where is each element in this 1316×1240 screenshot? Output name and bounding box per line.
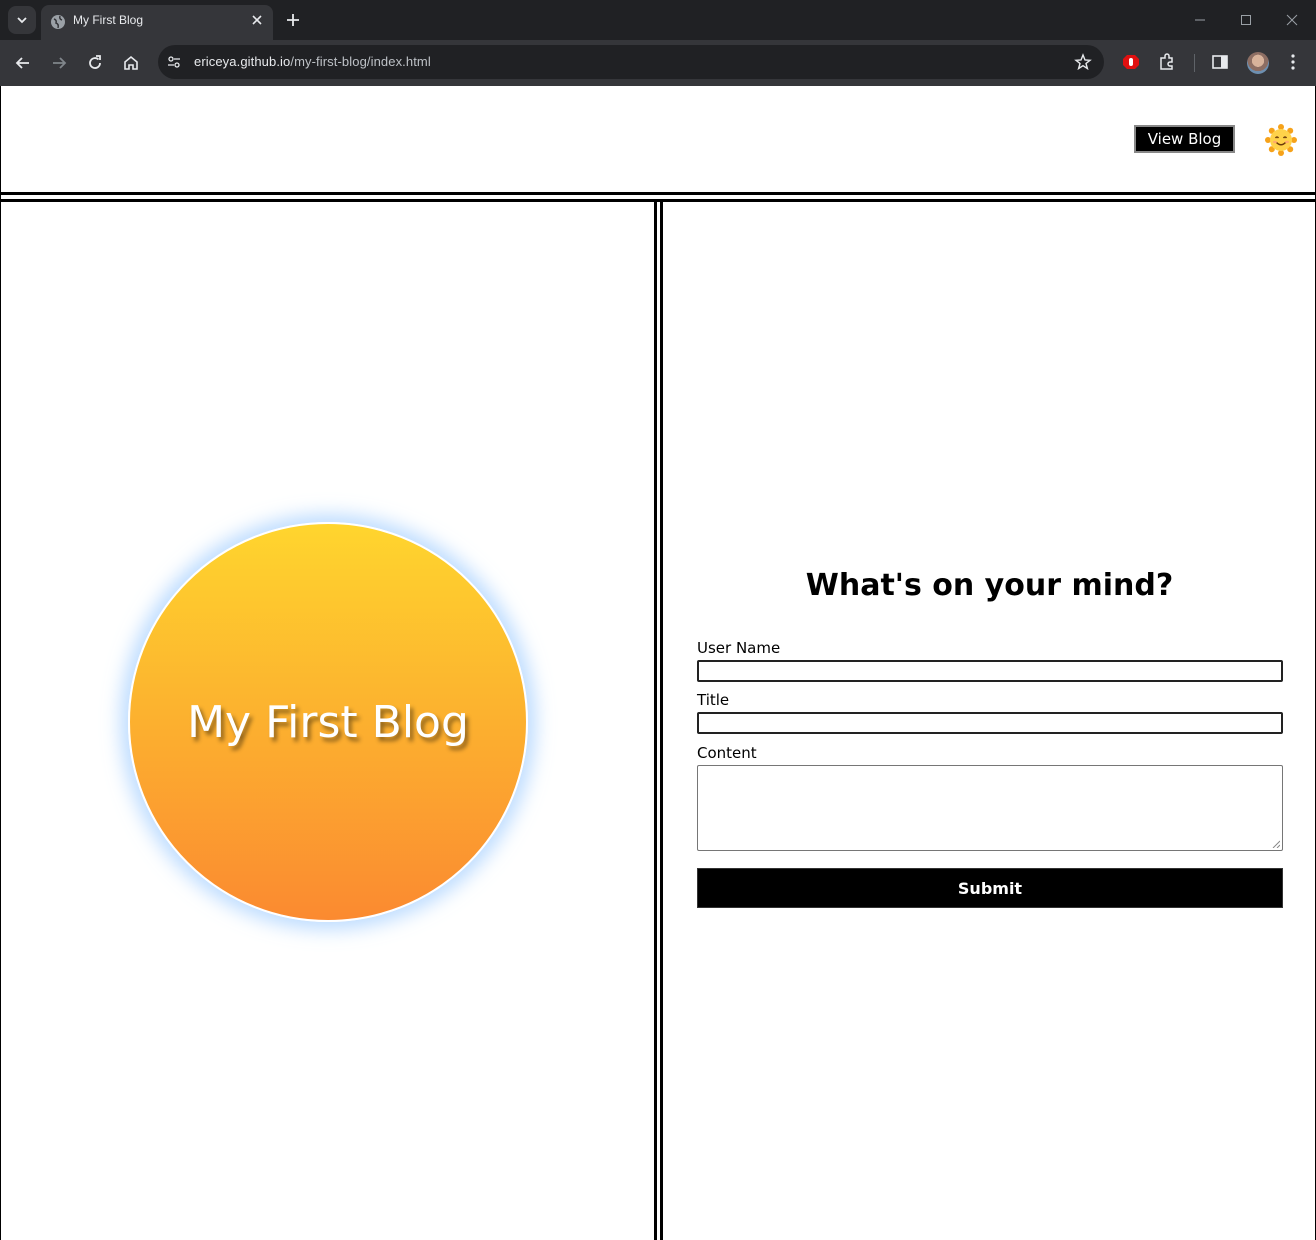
maximize-icon[interactable] [1238, 12, 1254, 28]
browser-tab-strip: My First Blog [0, 0, 1316, 40]
username-input[interactable] [697, 660, 1283, 682]
url-host: ericeya.github.io [194, 54, 291, 69]
tab-title: My First Blog [73, 13, 144, 27]
post-form-panel: What's on your mind? User Name Title Con… [663, 202, 1316, 1240]
tab-search-button[interactable] [8, 6, 36, 34]
title-label: Title [697, 691, 730, 709]
sun-logo-circle: My First Blog [128, 522, 528, 922]
url-path: /my-first-blog/index.html [290, 54, 431, 69]
smiling-sun-icon[interactable] [1265, 124, 1297, 156]
blog-title: My First Blog [187, 696, 469, 748]
close-icon[interactable] [249, 12, 265, 28]
profile-avatar[interactable] [1247, 52, 1269, 74]
content-label: Content [697, 744, 757, 762]
menu-icon[interactable] [1283, 52, 1303, 72]
title-input[interactable] [697, 712, 1283, 734]
page-viewport: View Blog My First Blog What's on your m… [0, 86, 1316, 1240]
column-divider [654, 202, 663, 1240]
form-heading: What's on your mind? [805, 568, 1174, 603]
chevron-down-icon [17, 17, 27, 24]
view-blog-button[interactable]: View Blog [1134, 125, 1235, 153]
puzzle-icon[interactable] [1157, 52, 1177, 72]
minimize-icon[interactable] [1192, 12, 1208, 28]
site-header: View Blog [1, 86, 1315, 193]
submit-button[interactable]: Submit [697, 868, 1283, 908]
hero-panel: My First Blog [1, 202, 655, 1240]
extension-icon[interactable] [1121, 52, 1141, 72]
new-tab-icon[interactable] [283, 10, 303, 30]
browser-tab[interactable]: My First Blog [41, 5, 273, 40]
side-panel-icon[interactable] [1210, 52, 1230, 72]
resize-grip-icon[interactable] [1272, 840, 1280, 848]
address-bar[interactable]: ericeya.github.io/my-first-blog/index.ht… [158, 45, 1104, 79]
reload-icon[interactable] [85, 53, 105, 73]
forward-icon[interactable] [49, 53, 69, 73]
bookmark-star-icon[interactable] [1074, 53, 1092, 71]
home-icon[interactable] [121, 53, 141, 73]
toolbar-separator [1194, 54, 1195, 72]
window-close-icon[interactable] [1284, 12, 1300, 28]
content-textarea[interactable] [697, 765, 1283, 851]
site-settings-icon[interactable] [166, 54, 182, 70]
url-text: ericeya.github.io/my-first-blog/index.ht… [194, 54, 431, 69]
globe-icon [51, 15, 65, 29]
header-divider [1, 192, 1315, 202]
browser-toolbar: ericeya.github.io/my-first-blog/index.ht… [0, 40, 1316, 86]
back-icon[interactable] [13, 53, 33, 73]
username-label: User Name [697, 639, 781, 657]
